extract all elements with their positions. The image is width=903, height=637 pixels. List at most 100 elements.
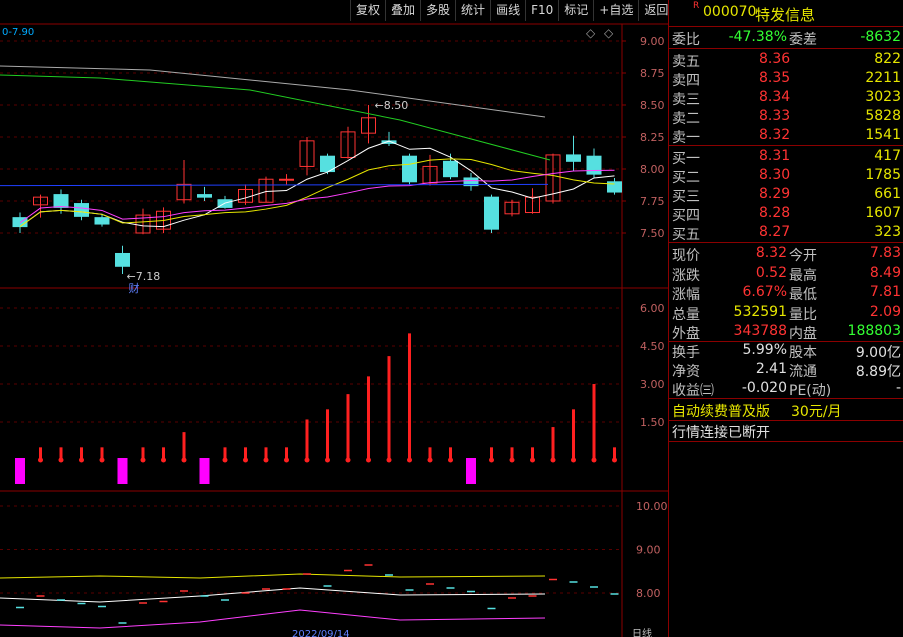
candle-body bbox=[53, 194, 69, 208]
ask-label: 卖四 bbox=[672, 73, 700, 89]
volume-dot bbox=[263, 457, 269, 463]
volume-dot bbox=[79, 457, 84, 463]
bid-row: 买二 8.30 1785 bbox=[669, 166, 903, 186]
stat-value: 188803 bbox=[847, 323, 901, 339]
fin-value: 2.41 bbox=[755, 361, 787, 377]
volume-dot bbox=[99, 457, 105, 463]
stat-label: 内盘 bbox=[789, 326, 817, 342]
stat-label: 外盘 bbox=[672, 326, 700, 342]
stat-row: 现价 8.32 今开 7.83 bbox=[669, 244, 903, 264]
candle-body bbox=[402, 155, 417, 183]
bid-price: 8.29 bbox=[759, 186, 791, 202]
ask-price: 8.34 bbox=[759, 89, 791, 105]
volume-dot bbox=[366, 457, 371, 463]
candle-body bbox=[94, 217, 110, 225]
ask-label: 卖三 bbox=[672, 92, 700, 108]
stat-label: 最低 bbox=[789, 287, 817, 303]
bid-row: 买一 8.31 417 bbox=[669, 147, 903, 167]
fin-value: 9.00亿 bbox=[855, 345, 901, 361]
stock-name[interactable]: 特发信息 bbox=[755, 4, 815, 25]
connection-status-row: 行情连接已断开 bbox=[669, 421, 903, 441]
price-tick-label: 7.50 bbox=[640, 227, 665, 240]
stat-label: 最高 bbox=[789, 267, 817, 284]
stat-value: 7.81 bbox=[869, 284, 901, 300]
ask-label: 卖二 bbox=[672, 111, 700, 127]
bid-volume: 661 bbox=[874, 186, 901, 202]
ask-row: 卖四 8.35 2211 bbox=[669, 69, 903, 89]
volume-dot bbox=[509, 457, 515, 463]
weibi-label: 委比 bbox=[672, 32, 700, 48]
bid-row: 买五 8.27 323 bbox=[669, 223, 903, 243]
candle-body bbox=[197, 194, 212, 198]
ask-row: 卖一 8.32 1541 bbox=[669, 126, 903, 146]
volume-dot bbox=[304, 457, 310, 463]
ma120-line bbox=[0, 65, 546, 118]
fin-label: PE(动) bbox=[789, 383, 832, 399]
stat-value: 343788 bbox=[733, 323, 787, 339]
volume-dot bbox=[243, 457, 248, 463]
date-label: 2022/09/14 bbox=[292, 629, 350, 637]
boll-mid bbox=[0, 587, 546, 603]
volume-dot bbox=[530, 457, 535, 463]
stat-row: 外盘 343788 内盘 188803 bbox=[669, 322, 903, 342]
promo-text[interactable]: 自动续费普及版 bbox=[672, 401, 770, 421]
ma-legend: 0-7.90 bbox=[2, 27, 34, 38]
ask-row: 卖三 8.34 3023 bbox=[669, 88, 903, 108]
volume-tick-label: 3.00 bbox=[640, 378, 665, 391]
volume-dot bbox=[386, 457, 392, 463]
stat-label: 量比 bbox=[789, 306, 817, 323]
bid-price: 8.27 bbox=[759, 224, 791, 240]
volume-dot bbox=[448, 457, 453, 463]
signal-bar bbox=[15, 458, 25, 484]
volume-dot bbox=[489, 457, 494, 463]
ask-volume: 3023 bbox=[865, 89, 901, 105]
candle-body bbox=[586, 155, 602, 175]
fin-row: 换手 5.99% 股本 9.00亿 bbox=[669, 341, 903, 361]
bid-price: 8.31 bbox=[759, 148, 791, 164]
bid-volume: 1607 bbox=[865, 205, 901, 221]
promo-price[interactable]: 30元/月 bbox=[791, 401, 842, 421]
bid-volume: 1785 bbox=[865, 167, 901, 183]
weibi-row: 委比 -47.38% 委差 -8632 bbox=[669, 28, 903, 48]
price-tick-label: 8.00 bbox=[640, 163, 665, 176]
quote-panel: R 000070 特发信息 委比 -47.38% 委差 -8632 自动续费普及… bbox=[668, 0, 903, 637]
ask-label: 卖一 bbox=[672, 130, 700, 146]
indicator-tick-label: 9.00 bbox=[636, 544, 661, 557]
fin-label: 股本 bbox=[789, 345, 817, 361]
bid-row: 买四 8.28 1607 bbox=[669, 204, 903, 224]
fin-row: 净资 2.41 流通 8.89亿 bbox=[669, 360, 903, 380]
stat-label: 总量 bbox=[672, 306, 700, 323]
promo-row[interactable]: 自动续费普及版 30元/月 bbox=[669, 400, 903, 420]
fin-label: 流通 bbox=[789, 364, 817, 380]
ask-price: 8.33 bbox=[759, 108, 791, 124]
candle-body bbox=[566, 154, 581, 162]
date-label-right: 日线 bbox=[632, 627, 652, 637]
volume-dot bbox=[58, 457, 64, 463]
candle-body bbox=[279, 178, 294, 181]
fin-row: 收益㈢ -0.020 PE(动) - bbox=[669, 379, 903, 399]
volume-dot bbox=[222, 457, 228, 463]
price-tick-label: 8.25 bbox=[640, 131, 665, 144]
stat-label: 今开 bbox=[789, 248, 817, 264]
rights-badge: R bbox=[693, 1, 700, 11]
volume-dot bbox=[612, 457, 617, 463]
ask-row: 卖二 8.33 5828 bbox=[669, 107, 903, 127]
stock-code[interactable]: 000070 bbox=[703, 4, 756, 20]
weibi-value: -47.38% bbox=[728, 29, 787, 45]
stock-chart: 0-7.90 ◇ ◇ 9.00 8.75 8.50 8.25 8.00 7.75 7.50 ←8.5… bbox=[0, 23, 668, 637]
fin-label: 换手 bbox=[672, 345, 700, 361]
volume-dot bbox=[407, 457, 412, 463]
connection-status: 行情连接已断开 bbox=[672, 425, 770, 441]
weicha-label: 委差 bbox=[789, 32, 817, 48]
stat-value: 8.49 bbox=[869, 264, 901, 281]
price-tick-label: 8.50 bbox=[640, 99, 665, 112]
signal-bar bbox=[117, 458, 128, 484]
stat-value: 2.09 bbox=[869, 303, 901, 320]
weicha-value: -8632 bbox=[860, 29, 901, 45]
bid-label: 买五 bbox=[672, 227, 700, 243]
stat-row: 总量 532591 量比 2.09 bbox=[669, 303, 903, 323]
volume-tick-label: 1.50 bbox=[640, 416, 665, 429]
indicator-tick-label: 10.00 bbox=[636, 500, 668, 513]
fin-value: 8.89亿 bbox=[855, 364, 901, 380]
bid-label: 买三 bbox=[672, 189, 700, 205]
